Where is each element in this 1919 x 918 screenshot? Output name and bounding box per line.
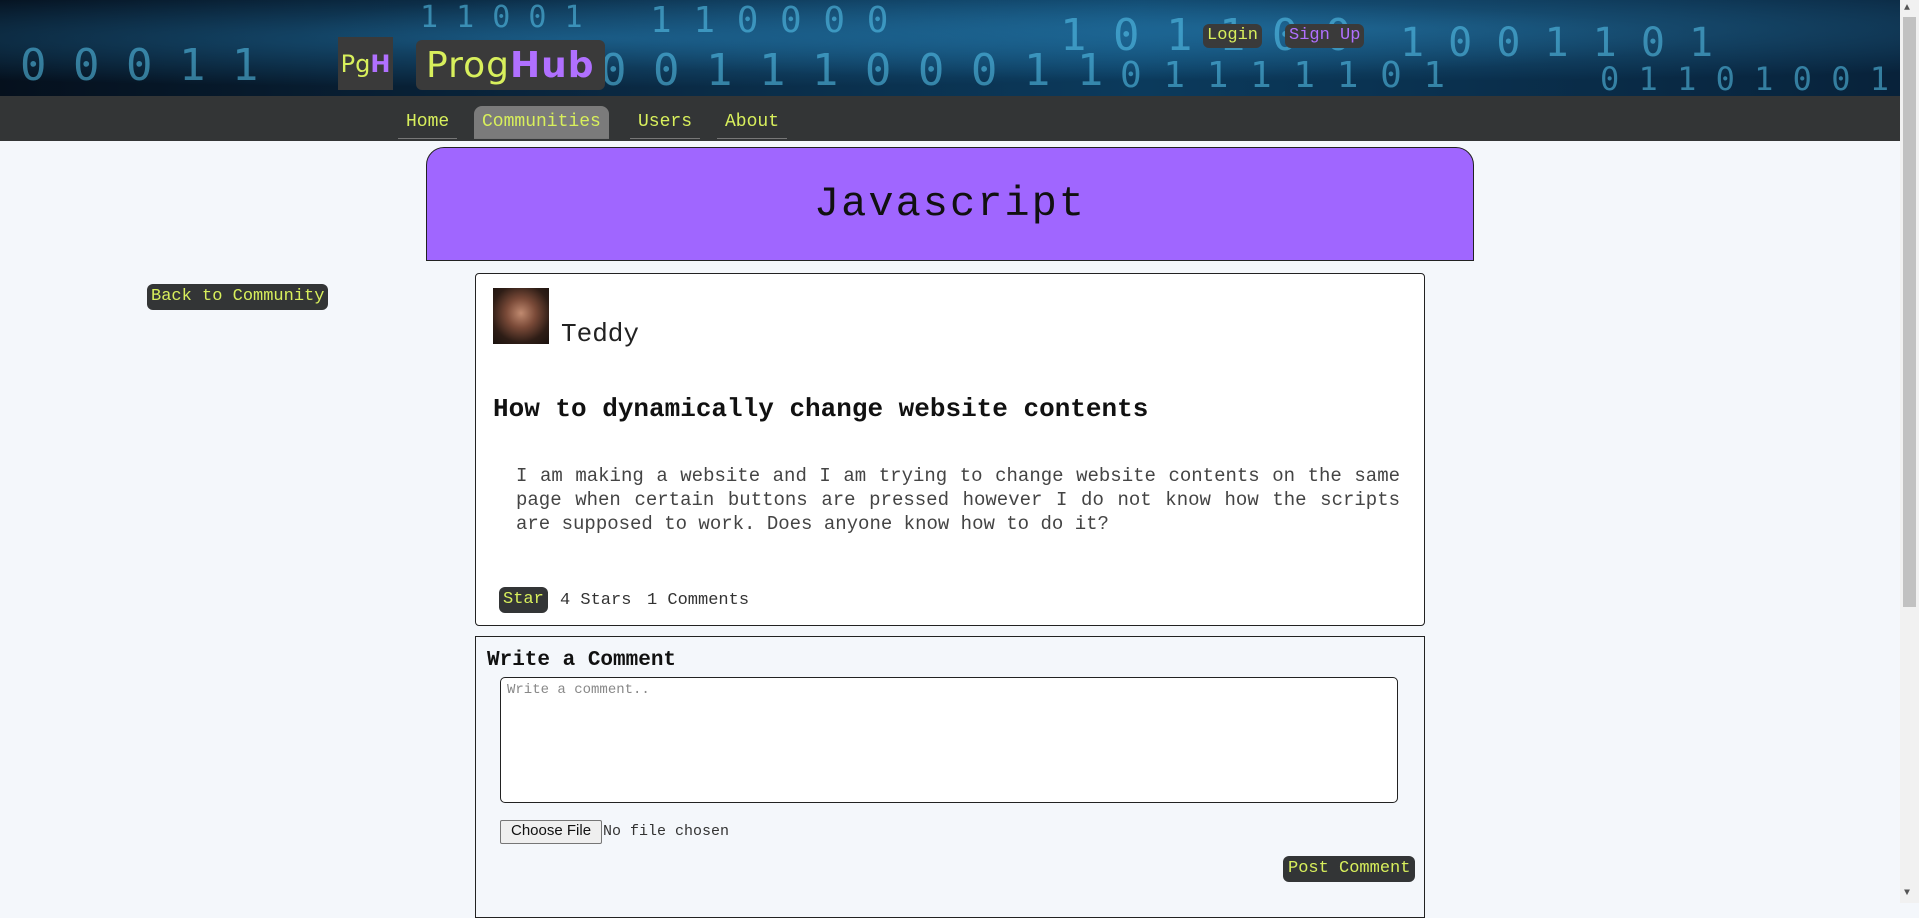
brand-logo[interactable]: Prog Hub — [416, 40, 605, 90]
comment-count: 1 Comments — [647, 591, 750, 610]
choose-file-button[interactable]: Choose File — [500, 820, 603, 844]
post-comment-button[interactable]: Post Comment — [1283, 856, 1416, 882]
comment-heading: Write a Comment — [487, 649, 677, 672]
avatar[interactable] — [493, 288, 549, 344]
scroll-up-icon[interactable]: ▲ — [1904, 3, 1910, 14]
post-card: Teddy How to dynamically change website … — [475, 273, 1425, 626]
star-count: 4 Stars — [560, 591, 632, 610]
community-title: Javascript — [426, 147, 1474, 261]
scrollbar[interactable]: ▲ ▼ — [1900, 0, 1919, 903]
nav-home[interactable]: Home — [398, 106, 458, 139]
file-status: No file chosen — [603, 823, 730, 840]
comment-input[interactable] — [500, 677, 1398, 803]
scroll-thumb[interactable] — [1903, 17, 1916, 607]
logo-prefix: Pg — [340, 49, 371, 78]
nav-communities[interactable]: Communities — [474, 106, 609, 139]
nav-users[interactable]: Users — [630, 106, 701, 139]
main-nav: Home Communities Users About — [0, 96, 1900, 141]
login-button[interactable]: Login — [1203, 24, 1263, 48]
brand-prefix: Prog — [426, 44, 510, 86]
back-to-community-button[interactable]: Back to Community — [147, 284, 329, 310]
post-body: I am making a website and I am trying to… — [516, 465, 1400, 535]
signup-button[interactable]: Sign Up — [1285, 24, 1365, 48]
star-button[interactable]: Star — [499, 587, 548, 613]
post-author[interactable]: Teddy — [561, 319, 639, 349]
logo-suffix: H — [370, 49, 391, 78]
brand-suffix: Hub — [509, 44, 595, 86]
comment-form: Write a Comment Choose File No file chos… — [475, 636, 1425, 918]
nav-about[interactable]: About — [717, 106, 788, 139]
binary-background: 0 0 0 1 1 0 0 1 1 1 0 0 0 1 1 1 1 0 0 0 … — [20, 0, 1900, 96]
post-title: How to dynamically change website conten… — [493, 394, 1149, 424]
scroll-down-icon[interactable]: ▼ — [1904, 888, 1910, 899]
logo-icon[interactable]: Pg H — [338, 37, 393, 90]
header-banner: 0 0 0 1 1 0 0 1 1 1 0 0 0 1 1 1 1 0 0 0 … — [0, 0, 1900, 96]
